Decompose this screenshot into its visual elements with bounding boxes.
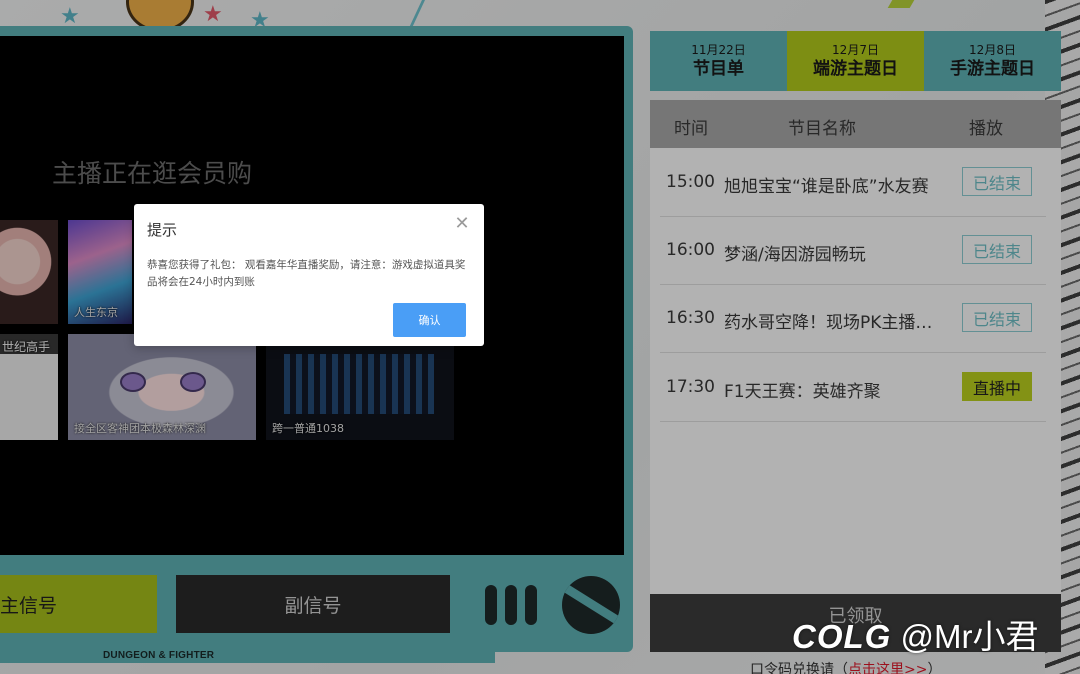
watermark: COLG @Mr小君: [792, 610, 1038, 658]
notice-dialog: 提示 ✕ 恭喜您获得了礼包： 观看嘉年华直播奖励，请注意：游戏虚拟道具奖品将会在…: [134, 204, 484, 346]
dialog-title: 提示: [147, 221, 178, 239]
colg-logo: COLG: [792, 618, 892, 655]
close-icon[interactable]: ✕: [452, 214, 472, 234]
dialog-message: 恭喜您获得了礼包： 观看嘉年华直播奖励，请注意：游戏虚拟道具奖品将会在24小时内…: [147, 259, 466, 288]
watermark-handle: @Mr小君: [900, 618, 1039, 655]
confirm-button[interactable]: 确认: [393, 303, 466, 337]
